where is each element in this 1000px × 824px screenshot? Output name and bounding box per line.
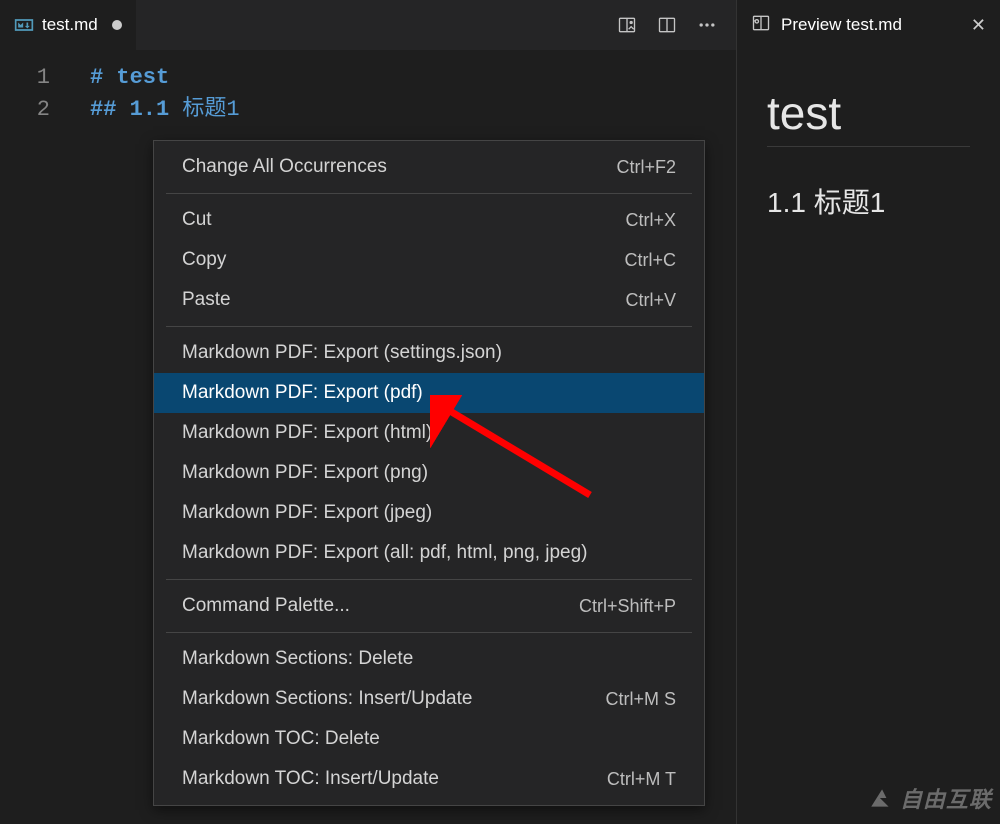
context-menu-item[interactable]: Cut Ctrl+X [154,200,704,240]
code-line[interactable]: ## 1.1 标题1 [90,94,736,126]
context-menu-separator [166,193,692,194]
context-menu-item-label: Paste [182,288,231,312]
split-editor-button[interactable] [656,14,678,36]
preview-tab-label: Preview test.md [781,15,902,35]
context-menu-item-label: Change All Occurrences [182,155,387,179]
context-menu-separator [166,579,692,580]
context-menu-item[interactable]: Markdown TOC: Insert/Update Ctrl+M T [154,759,704,799]
line-number: 2 [0,94,50,126]
context-menu-item-label: Copy [182,248,226,272]
markdown-hash-token: # [90,65,103,90]
open-preview-side-button[interactable] [616,14,638,36]
context-menu-separator [166,326,692,327]
preview-icon [751,13,771,38]
context-menu-item-label: Cut [182,208,212,232]
editor-tab-testmd[interactable]: test.md [0,0,137,50]
code-lines[interactable]: # test ## 1.1 标题1 [90,62,736,126]
heading-text: test [116,65,169,90]
editor-body[interactable]: 1 2 # test ## 1.1 标题1 [0,50,736,126]
context-menu-item-shortcut: Ctrl+M S [605,687,676,711]
editor-pane: test.md 1 2 [0,0,736,824]
markdown-hash-token: ## [90,97,116,122]
preview-body: test 1.1 标题1 [737,50,1000,257]
context-menu-item-label: Markdown PDF: Export (jpeg) [182,501,432,525]
preview-heading2: 1.1 标题1 [767,181,970,221]
context-menu-item-shortcut: Ctrl+V [625,288,676,312]
context-menu-item-shortcut: Ctrl+M T [607,767,676,791]
context-menu-item-label: Markdown PDF: Export (html) [182,421,432,445]
context-menu-item-shortcut: Ctrl+Shift+P [579,594,676,618]
watermark: 自由互联 [868,782,992,814]
context-menu-item-label: Markdown PDF: Export (settings.json) [182,341,502,365]
context-menu-item-label: Markdown PDF: Export (png) [182,461,428,485]
line-number-gutter: 1 2 [0,62,70,126]
context-menu-item-label: Markdown TOC: Insert/Update [182,767,439,791]
context-menu: Change All Occurrences Ctrl+F2 Cut Ctrl+X Co… [153,140,705,806]
context-menu-item-label: Command Palette... [182,594,350,618]
markdown-file-icon [14,15,34,35]
heading-prefix: 1.1 [130,97,170,122]
preview-heading1: test [767,86,970,147]
context-menu-item[interactable]: Change All Occurrences Ctrl+F2 [154,147,704,187]
heading-text: 标题1 [182,97,239,122]
context-menu-item-shortcut: Ctrl+C [624,248,676,272]
context-menu-item-shortcut: Ctrl+X [625,208,676,232]
context-menu-item-shortcut: Ctrl+F2 [616,155,676,179]
context-menu-item-label: Markdown Sections: Insert/Update [182,687,472,711]
editor-tab-actions [616,0,736,50]
context-menu-item-label: Markdown Sections: Delete [182,647,413,671]
context-menu-item-label: Markdown PDF: Export (all: pdf, html, pn… [182,541,588,565]
context-menu-item-label: Markdown TOC: Delete [182,727,380,751]
editor-tab-bar: test.md [0,0,736,50]
context-menu-item[interactable]: Markdown PDF: Export (all: pdf, html, pn… [154,533,704,573]
watermark-text: 自由互联 [900,782,992,814]
context-menu-item[interactable]: Markdown PDF: Export (settings.json) [154,333,704,373]
preview-tab-bar: Preview test.md ✕ [737,0,1000,50]
editor-tab-label: test.md [42,15,98,35]
line-number: 1 [0,62,50,94]
preview-pane: Preview test.md ✕ test 1.1 标题1 [736,0,1000,824]
context-menu-item[interactable]: Copy Ctrl+C [154,240,704,280]
context-menu-item[interactable]: Paste Ctrl+V [154,280,704,320]
context-menu-item[interactable]: Markdown PDF: Export (pdf) [154,373,704,413]
context-menu-item[interactable]: Markdown Sections: Delete [154,639,704,679]
context-menu-item[interactable]: Markdown Sections: Insert/Update Ctrl+M S [154,679,704,719]
context-menu-item[interactable]: Markdown TOC: Delete [154,719,704,759]
code-line[interactable]: # test [90,62,736,94]
context-menu-item[interactable]: Command Palette... Ctrl+Shift+P [154,586,704,626]
context-menu-item-label: Markdown PDF: Export (pdf) [182,381,423,405]
context-menu-separator [166,632,692,633]
more-actions-button[interactable] [696,14,718,36]
context-menu-item[interactable]: Markdown PDF: Export (jpeg) [154,493,704,533]
context-menu-item[interactable]: Markdown PDF: Export (png) [154,453,704,493]
preview-tab[interactable]: Preview test.md ✕ [737,0,1000,50]
context-menu-item[interactable]: Markdown PDF: Export (html) [154,413,704,453]
dirty-indicator-icon [112,20,122,30]
close-icon[interactable]: ✕ [971,15,986,36]
